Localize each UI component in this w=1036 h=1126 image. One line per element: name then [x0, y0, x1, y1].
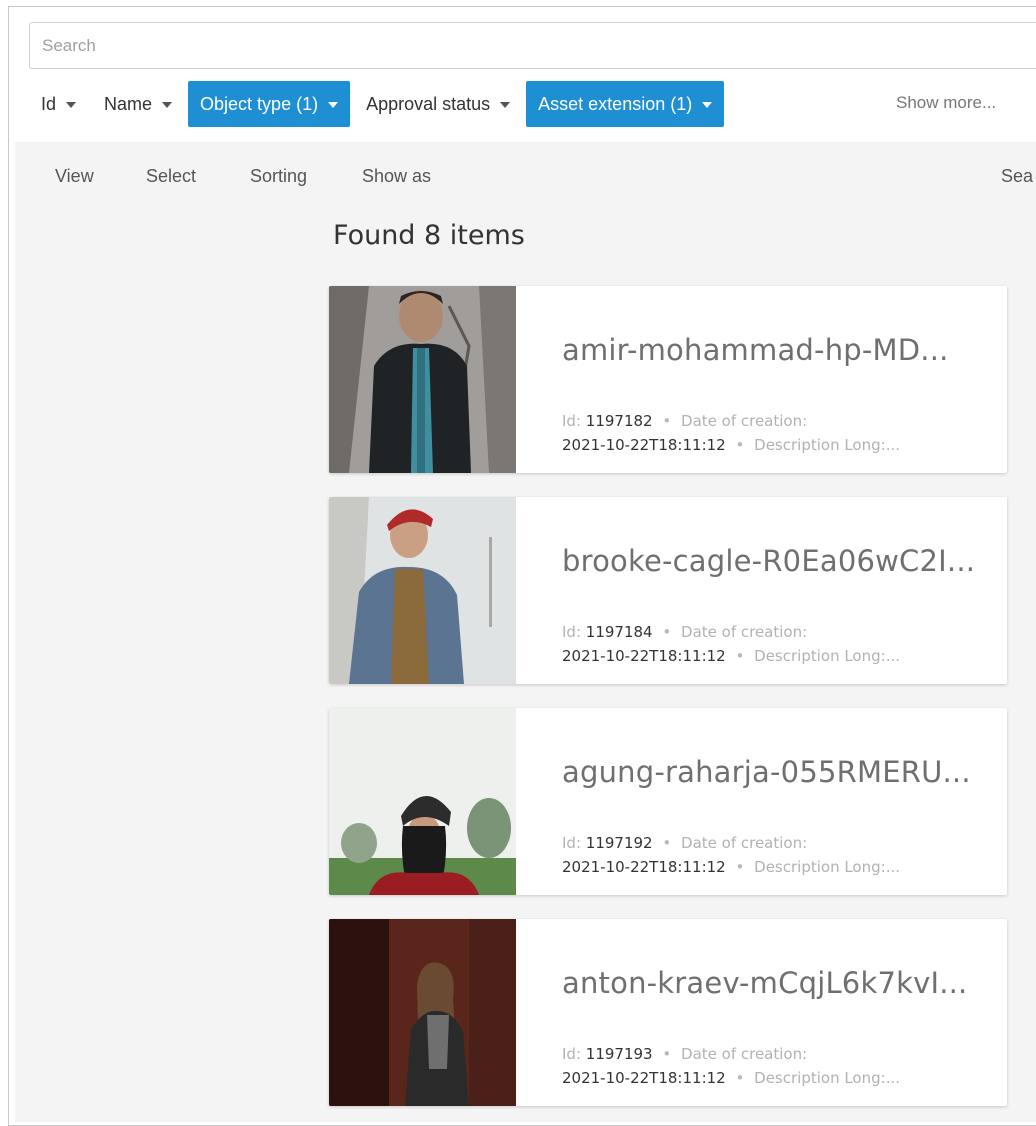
- search-menu[interactable]: Sea: [1001, 166, 1033, 187]
- asset-meta-line-2: 2021-10-22T18:11:12 • Description Long:.…: [562, 1069, 900, 1087]
- asset-date: 2021-10-22T18:11:12: [562, 436, 726, 454]
- asset-meta-line-1: Id: 1197192 • Date of creation:: [562, 834, 807, 852]
- asset-meta-line-2: 2021-10-22T18:11:12 • Description Long:.…: [562, 858, 900, 876]
- results-panel: View Select Sorting Show as Sea Found 8 …: [15, 142, 1036, 1122]
- description-label: Description Long:...: [754, 647, 900, 665]
- asset-meta-line-1: Id: 1197184 • Date of creation:: [562, 623, 807, 641]
- asset-card[interactable]: amir-mohammad-hp-MD... Id: 1197182 • Dat…: [329, 286, 1007, 473]
- search-input[interactable]: [30, 23, 1036, 68]
- asset-id: 1197182: [585, 412, 653, 430]
- id-label: Id:: [562, 834, 581, 852]
- date-label: Date of creation:: [681, 1045, 808, 1063]
- date-label: Date of creation:: [681, 623, 808, 641]
- asset-thumbnail: [329, 919, 516, 1106]
- filter-label: Asset extension (1): [538, 93, 693, 114]
- asset-date: 2021-10-22T18:11:12: [562, 647, 726, 665]
- separator-dot: •: [735, 1069, 745, 1087]
- asset-meta-line-1: Id: 1197182 • Date of creation:: [562, 412, 807, 430]
- asset-id: 1197192: [585, 834, 653, 852]
- asset-title: anton-kraev-mCqjL6k7kvI...: [562, 966, 968, 1000]
- asset-thumbnail: [329, 286, 516, 473]
- filter-asset-extension[interactable]: Asset extension (1): [526, 81, 725, 127]
- asset-id: 1197184: [585, 623, 653, 641]
- sorting-menu[interactable]: Sorting: [250, 166, 307, 187]
- caret-down-icon: [702, 102, 713, 108]
- asset-id: 1197193: [585, 1045, 653, 1063]
- id-label: Id:: [562, 623, 581, 641]
- asset-meta-line-2: 2021-10-22T18:11:12 • Description Long:.…: [562, 647, 900, 665]
- results-count-title: Found 8 items: [333, 220, 525, 251]
- asset-meta-line-1: Id: 1197193 • Date of creation:: [562, 1045, 807, 1063]
- filter-label: Approval status: [366, 93, 491, 114]
- caret-down-icon: [500, 102, 511, 108]
- filter-label: Id: [41, 93, 57, 114]
- caret-down-icon: [328, 102, 339, 108]
- filter-id[interactable]: Id: [29, 81, 88, 127]
- filter-name[interactable]: Name: [92, 81, 184, 127]
- asset-thumbnail: [329, 708, 516, 895]
- separator-dot: •: [735, 436, 745, 454]
- filter-object-type[interactable]: Object type (1): [188, 81, 351, 127]
- search-box[interactable]: [29, 22, 1036, 69]
- asset-date: 2021-10-22T18:11:12: [562, 1069, 726, 1087]
- separator-dot: •: [662, 834, 672, 852]
- asset-card[interactable]: brooke-cagle-R0Ea06wC2I... Id: 1197184 •…: [329, 497, 1007, 684]
- id-label: Id:: [562, 1045, 581, 1063]
- filter-label: Object type (1): [200, 93, 319, 114]
- id-label: Id:: [562, 412, 581, 430]
- separator-dot: •: [662, 412, 672, 430]
- show-as-menu[interactable]: Show as: [362, 166, 431, 187]
- separator-dot: •: [735, 858, 745, 876]
- asset-date: 2021-10-22T18:11:12: [562, 858, 726, 876]
- description-label: Description Long:...: [754, 436, 900, 454]
- asset-card[interactable]: agung-raharja-055RMERU... Id: 1197192 • …: [329, 708, 1007, 895]
- caret-down-icon: [162, 102, 173, 108]
- asset-card[interactable]: anton-kraev-mCqjL6k7kvI... Id: 1197193 •…: [329, 919, 1007, 1106]
- description-label: Description Long:...: [754, 1069, 900, 1087]
- filter-label: Name: [104, 93, 153, 114]
- date-label: Date of creation:: [681, 412, 808, 430]
- asset-meta-line-2: 2021-10-22T18:11:12 • Description Long:.…: [562, 436, 900, 454]
- show-more-link[interactable]: Show more...: [896, 93, 996, 113]
- asset-title: agung-raharja-055RMERU...: [562, 755, 971, 789]
- caret-down-icon: [66, 102, 77, 108]
- filter-approval-status[interactable]: Approval status: [354, 81, 522, 127]
- filter-bar: Id Name Object type (1) Approval status …: [29, 81, 725, 127]
- select-menu[interactable]: Select: [146, 166, 196, 187]
- asset-title: amir-mohammad-hp-MD...: [562, 333, 949, 367]
- separator-dot: •: [662, 623, 672, 641]
- asset-title: brooke-cagle-R0Ea06wC2I...: [562, 544, 976, 578]
- description-label: Description Long:...: [754, 858, 900, 876]
- separator-dot: •: [735, 647, 745, 665]
- separator-dot: •: [662, 1045, 672, 1063]
- results-toolbar: View Select Sorting Show as Sea: [15, 142, 1036, 212]
- asset-thumbnail: [329, 497, 516, 684]
- view-menu[interactable]: View: [55, 166, 94, 187]
- date-label: Date of creation:: [681, 834, 808, 852]
